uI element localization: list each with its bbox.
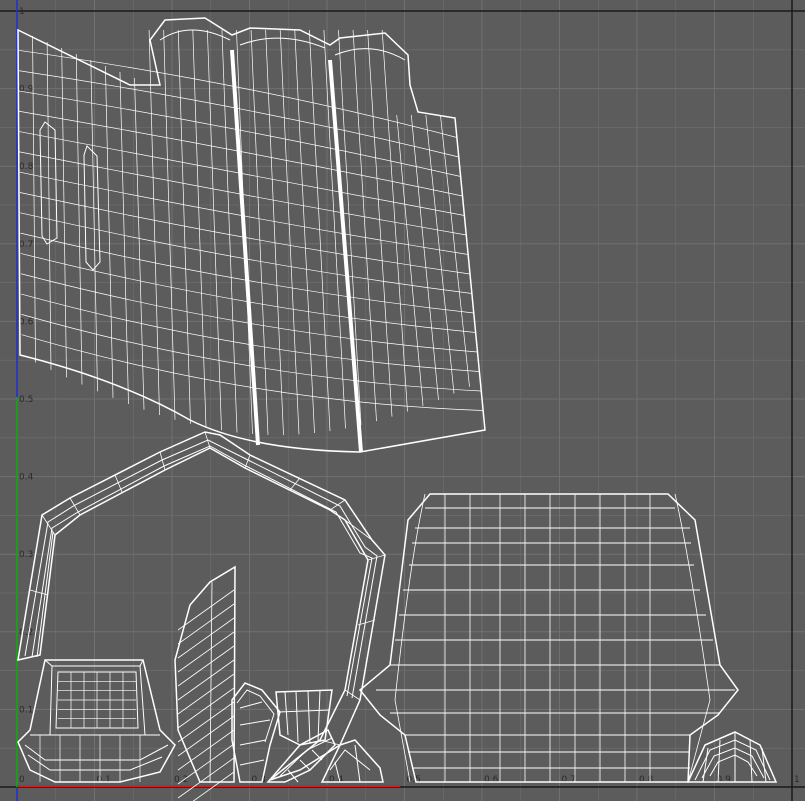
v-tick-label: 1 xyxy=(19,7,25,17)
u-tick-label: 0.2 xyxy=(174,775,188,785)
v-tick-label: 0.5 xyxy=(19,395,33,405)
v-tick-label: 0.4 xyxy=(19,473,34,483)
u-tick-label: 0.4 xyxy=(329,775,344,785)
u-tick-label: 0.7 xyxy=(562,775,576,785)
v-tick-label: 0.2 xyxy=(19,628,33,638)
u-tick-label: 0 xyxy=(19,775,25,785)
u-tick-label: 1 xyxy=(794,775,800,785)
v-tick-label: 0.1 xyxy=(19,705,33,715)
v-tick-label: 0.7 xyxy=(19,240,33,250)
uv-editor-viewport[interactable]: 0 0.1 0.2 0.3 0.4 0.5 0.6 0.7 0.8 0.9 1 0.10.20.30… xyxy=(0,0,805,801)
v-tick-label: 0.3 xyxy=(19,550,33,560)
v-tick-label: 0.6 xyxy=(19,317,34,327)
u-tick-label: 0.8 xyxy=(639,775,654,785)
u-tick-label: 0.1 xyxy=(97,775,111,785)
v-tick-label: 0.8 xyxy=(19,162,34,172)
viewport-background xyxy=(0,0,805,801)
u-tick-label: 0.6 xyxy=(484,775,499,785)
